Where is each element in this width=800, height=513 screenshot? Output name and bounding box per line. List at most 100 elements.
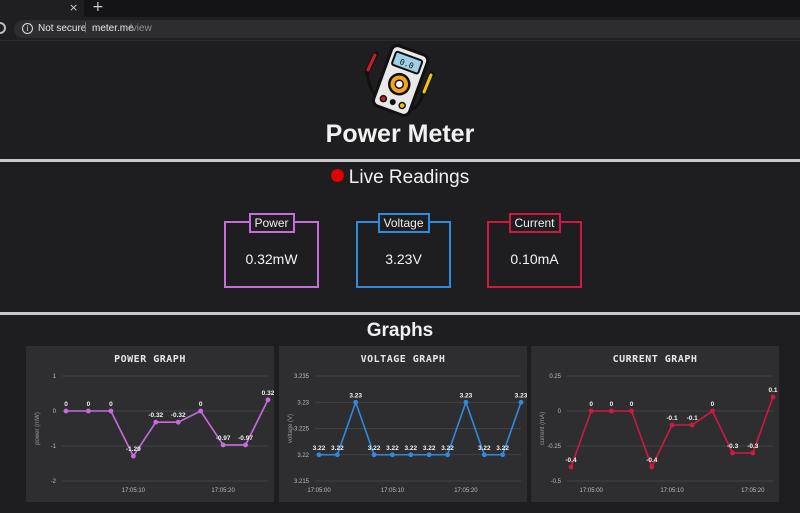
data-label: -0.97 [238,435,253,442]
data-label: -0.1 [666,415,678,422]
data-point [390,452,395,458]
current-graph-chart: CURRENT GRAPH current (mA) 0.25 0 -0.25 -0.5 1… [540,354,778,494]
data-label: 0.1 [768,387,777,394]
data-label: -0.32 [148,412,163,419]
data-label: 0 [711,401,715,408]
url-host: meter.me [92,23,134,34]
data-point [500,452,506,458]
x-tick-label: 17:05:10 [660,488,684,494]
url-input[interactable]: i Not secure | meter.me /view [14,20,800,38]
current-label: Current [508,213,561,233]
power-label: Power [248,213,295,233]
data-point [481,452,487,458]
data-point [316,452,322,458]
y-tick-label: 3.235 [294,374,310,380]
data-point [568,464,574,470]
data-point [353,399,359,405]
data-label: 0 [87,401,91,408]
data-point [518,399,524,405]
page-title: Power Meter [325,120,475,148]
data-label: 3.22 [313,445,326,452]
voltage-label: Voltage [377,213,430,233]
power-graph-panel: POWER GRAPH power (mW) 1 0 -1 -2 17:05:10 17:05… [26,346,274,502]
current-value: 0.10mA [510,251,559,267]
close-tab-icon[interactable]: × [69,1,78,14]
power-graph-chart: POWER GRAPH power (mW) 1 0 -1 -2 17:05:10 17:05… [35,354,274,494]
new-tab-button[interactable]: + [92,0,104,15]
data-label: 0 [589,401,593,408]
data-label: 3.22 [404,445,417,452]
multimeter-icon: 0.0 [364,44,435,117]
data-point [588,408,594,414]
data-point [153,419,159,425]
y-axis-label: power (mW) [35,412,41,445]
data-label: 3.22 [386,445,399,452]
data-label: -1.29 [126,446,141,453]
data-point [710,408,715,414]
data-point [265,397,271,403]
data-point [445,452,450,458]
data-label: -0.97 [216,435,231,442]
url-separator: | [84,21,87,33]
data-label: 0 [610,401,614,408]
reload-icon[interactable] [0,22,6,34]
data-point [609,408,614,414]
live-readings-title: Live Readings [348,167,470,188]
data-point [175,419,181,425]
data-label: 3.23 [515,392,527,399]
x-tick-label: 17:05:20 [454,488,478,494]
data-label: -0.3 [747,443,759,450]
info-icon[interactable]: i [22,23,33,34]
power-value: 0.32mW [245,251,298,267]
data-label: 0 [199,401,203,408]
data-point [198,408,204,414]
y-tick-label: 3.23 [297,400,309,406]
data-point [770,394,776,400]
x-tick-label: 17:05:20 [211,488,235,494]
y-tick-label: 3.22 [297,453,309,459]
y-tick-label: 3.215 [294,479,310,485]
current-reading-card: Current 0.10mA [487,213,582,288]
y-tick-label: -1 [51,444,57,450]
series-line [66,399,269,458]
chart-title: VOLTAGE GRAPH [361,354,446,365]
x-tick-label: 17:05:20 [741,488,765,494]
data-label: 3.22 [441,445,454,452]
power-reading-card: Power 0.32mW [224,213,319,288]
data-label: -0.32 [171,412,186,419]
data-point [669,422,675,428]
y-tick-label: -0.5 [551,479,562,485]
data-point [108,408,114,414]
data-label: 3.22 [496,445,509,452]
x-tick-label: 17:05:10 [381,488,405,494]
data-point [371,452,377,458]
data-point [63,408,69,414]
graphs-heading: Graphs [366,320,434,341]
data-point [649,464,655,470]
data-point [130,453,136,459]
data-point [86,408,91,414]
y-tick-label: -2 [51,479,57,485]
browser-tab[interactable]: × [0,0,84,17]
divider [0,312,800,315]
x-tick-label: 17:05:10 [122,488,146,494]
divider [0,159,800,162]
data-label: 3.22 [331,445,344,452]
current-graph-panel: CURRENT GRAPH current (mA) 0.25 0 -0.25 -0.5 1… [531,346,779,502]
data-label: 0.32 [262,390,274,397]
live-readings-heading: Live Readings [0,167,800,189]
data-label: 3.23 [349,392,362,399]
data-label: 0 [64,401,68,408]
security-status[interactable]: Not secure [38,23,86,34]
data-label: 0 [630,401,634,408]
data-label: 3.22 [478,445,491,452]
voltage-value: 3.23V [385,251,422,267]
data-point [243,442,248,448]
data-point [730,450,735,456]
y-tick-label: 0.25 [549,374,561,380]
data-point [750,450,756,456]
data-point [463,399,469,405]
chart-title: CURRENT GRAPH [613,354,698,365]
browser-tab-strip: × + [0,0,800,17]
data-point [334,452,340,458]
